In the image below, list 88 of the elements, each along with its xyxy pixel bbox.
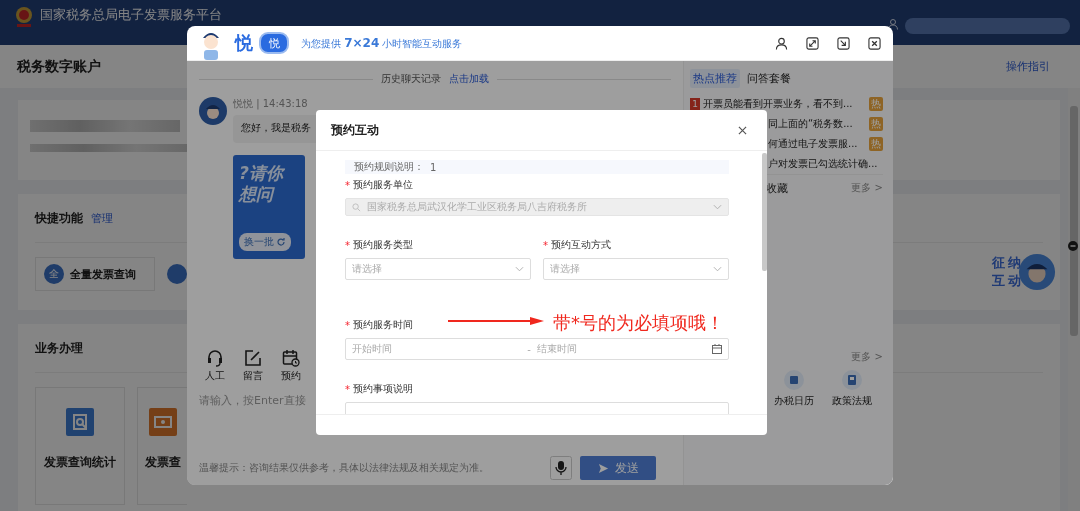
calendar-icon: [712, 344, 722, 354]
emblem-logo-icon: [14, 6, 34, 28]
quick-item-label: 全量发票查询: [70, 266, 136, 282]
circle-icon: [167, 264, 187, 284]
dialog-title: 预约互动: [331, 121, 379, 139]
required-mark: *: [345, 179, 350, 191]
field-label: 预约服务单位: [353, 178, 413, 192]
calendar-clock-icon: [282, 349, 300, 367]
hot-badge: 热: [869, 137, 883, 151]
rule-label: 预约规则说明：: [354, 160, 424, 174]
annotation-text: 带*号的为必填项哦！: [553, 311, 724, 335]
more-link[interactable]: 更多 >: [851, 350, 883, 364]
rank-badge: 1: [690, 98, 700, 110]
history-label: 历史聊天记录: [381, 72, 441, 86]
banner-title: ?请你: [239, 163, 286, 184]
hot-question-text: 同上面的“税务数...: [768, 117, 853, 131]
minimize-window-icon[interactable]: [837, 36, 850, 50]
service-tile[interactable]: 发票查: [137, 387, 187, 505]
guide-link[interactable]: 操作指引: [1006, 59, 1050, 74]
required-mark: *: [345, 239, 350, 251]
tool-button[interactable]: 人工: [205, 349, 225, 383]
service-shortcut[interactable]: 政策法规: [832, 370, 872, 408]
refresh-icon: [276, 237, 286, 247]
calendar-icon: [784, 370, 804, 390]
user-icon[interactable]: [887, 18, 899, 30]
field-label: 预约事项说明: [353, 382, 413, 396]
send-button[interactable]: 发送: [580, 456, 656, 480]
date-range-field[interactable]: 开始时间 - 结束时间: [345, 338, 729, 360]
expand-icon[interactable]: [806, 36, 819, 50]
required-mark: *: [345, 319, 350, 331]
search-document-icon: [66, 408, 94, 436]
load-history-link[interactable]: 点击加载: [449, 72, 489, 86]
tool-button[interactable]: 预约: [281, 349, 301, 383]
panel-tab[interactable]: 问答套餐: [744, 69, 794, 88]
service-tile-label: 发票查询统计: [44, 454, 116, 471]
service-tile[interactable]: 发票查询统计: [35, 387, 125, 505]
manage-link[interactable]: 管理: [91, 210, 113, 226]
badge-character: 动: [1008, 272, 1022, 290]
field-label: 预约服务时间: [353, 318, 413, 332]
brand-name: 悦: [235, 31, 253, 55]
refresh-button[interactable]: 换一批: [239, 233, 291, 251]
panel-tab[interactable]: 热点推荐: [690, 69, 740, 88]
service-tile-label: 发票查: [144, 454, 181, 471]
float-assistant-badge[interactable]: 征 纳 互 动: [992, 236, 1058, 308]
hot-badge: 热: [869, 117, 883, 131]
required-mark: *: [345, 383, 350, 395]
ticket-icon: [148, 408, 177, 436]
hot-badge: 热: [869, 97, 883, 111]
message-sender: 悦悦 | 14:43:18: [233, 97, 309, 111]
close-icon[interactable]: [738, 125, 747, 135]
service-shortcut[interactable]: 办税日历: [774, 370, 814, 408]
book-icon: [842, 370, 862, 390]
page-title: 税务数字账户: [17, 57, 101, 76]
chevron-down-icon: [713, 204, 722, 210]
tagline: 为您提供 7×24 小时智能互动服务: [301, 35, 463, 51]
more-link[interactable]: 更多 >: [851, 181, 883, 195]
quick-item-icon: 全: [44, 264, 64, 284]
close-icon[interactable]: [868, 36, 881, 50]
hot-question-text: 开票员能看到开票业务，看不到...: [703, 97, 853, 111]
hot-question-text: 何通过电子发票服...: [768, 137, 858, 151]
field-label: 预约服务类型: [353, 238, 413, 252]
section-title: 快捷功能: [35, 209, 83, 227]
avatar-icon: [199, 97, 227, 125]
chevron-down-icon: [713, 266, 722, 272]
badge-character: 纳: [1008, 254, 1022, 272]
site-title: 国家税务总局电子发票服务平台: [40, 7, 222, 23]
headset-icon: [206, 349, 224, 367]
send-icon: [597, 462, 609, 474]
badge-character: 征: [992, 254, 1006, 272]
rule-value: 1: [430, 161, 437, 173]
chevron-down-icon: [515, 266, 524, 272]
hot-question-text: 户对发票已勾选统计确...: [768, 157, 878, 171]
tool-button[interactable]: 留言: [243, 349, 263, 383]
badge-character: 互: [992, 272, 1006, 290]
banner-title: 想问: [239, 184, 276, 205]
collapse-icon[interactable]: [1068, 241, 1078, 251]
brand-badge: 悦: [259, 32, 289, 54]
field-label: 预约互动方式: [551, 238, 611, 252]
section-title: 业务办理: [35, 339, 83, 357]
quick-item[interactable]: 全 全量发票查询: [35, 257, 155, 291]
search-icon: [352, 202, 361, 212]
required-mark: *: [543, 239, 548, 251]
section-title: 收藏: [766, 180, 788, 196]
select-field[interactable]: 请选择: [345, 258, 531, 280]
edit-icon: [244, 349, 262, 367]
microphone-button[interactable]: [550, 456, 572, 480]
user-icon[interactable]: [775, 36, 788, 50]
select-field[interactable]: 请选择: [543, 258, 729, 280]
